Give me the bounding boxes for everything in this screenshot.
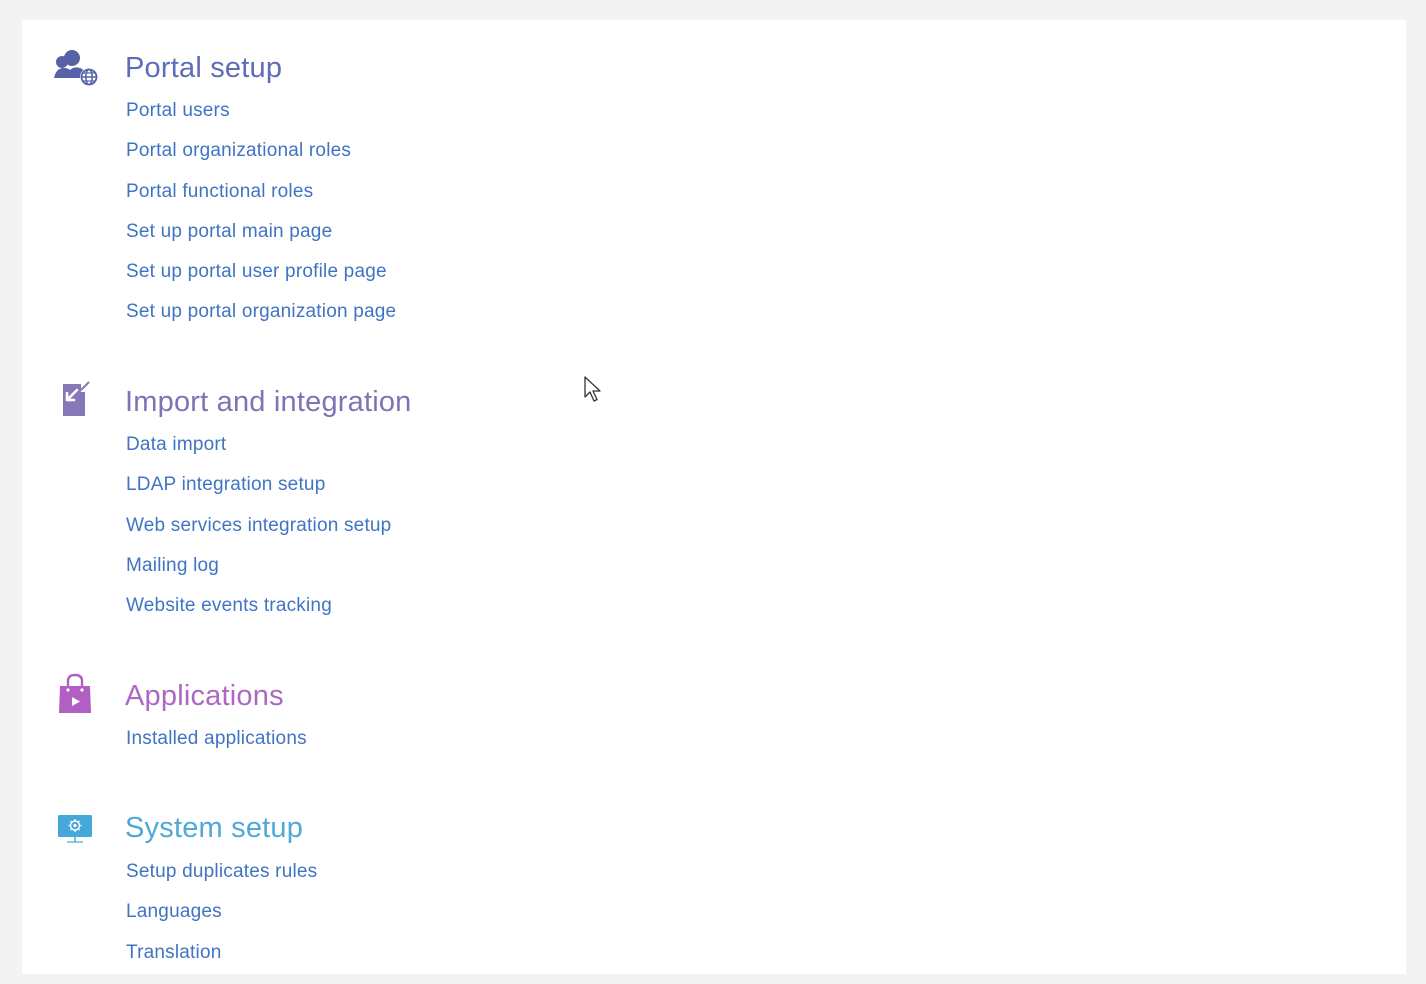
link-setup-duplicates-rules[interactable]: Setup duplicates rules (126, 861, 317, 882)
list-item: Languages (126, 902, 317, 942)
link-website-events-tracking[interactable]: Website events tracking (126, 595, 332, 616)
list-item: Portal users (126, 101, 396, 141)
link-mailing-log[interactable]: Mailing log (126, 555, 219, 576)
link-set-up-portal-main-page[interactable]: Set up portal main page (126, 221, 332, 242)
link-translation[interactable]: Translation (126, 942, 221, 963)
list-item: Web services integration setup (126, 515, 391, 556)
link-set-up-portal-user-profile-page[interactable]: Set up portal user profile page (126, 261, 387, 282)
list-item: Data import (126, 435, 391, 475)
mouse-pointer-icon (584, 376, 601, 402)
system-setup-links: Setup duplicates rules Languages Transla… (126, 862, 317, 983)
frame-edge (6, 6, 22, 984)
link-portal-users[interactable]: Portal users (126, 100, 230, 121)
section-title-portal-setup: Portal setup (125, 52, 283, 84)
list-item: Set up portal user profile page (126, 262, 396, 302)
link-portal-organizational-roles[interactable]: Portal organizational roles (126, 140, 351, 161)
section-title-import-integration: Import and integration (125, 386, 412, 418)
list-item: Portal functional roles (126, 181, 396, 222)
monitor-gear-icon (50, 806, 100, 850)
link-installed-applications[interactable]: Installed applications (126, 728, 307, 749)
list-item: Set up portal main page (126, 221, 396, 262)
list-item: Portal organizational roles (126, 141, 396, 181)
portal-users-globe-icon (50, 46, 100, 90)
applications-links: Installed applications (126, 729, 307, 769)
list-item: Set up portal organization page (126, 302, 396, 342)
link-set-up-portal-organization-page[interactable]: Set up portal organization page (126, 301, 396, 322)
list-item: Mailing log (126, 555, 391, 596)
list-item: Translation (126, 942, 317, 983)
list-item: LDAP integration setup (126, 475, 391, 515)
link-data-import[interactable]: Data import (126, 434, 226, 455)
portal-setup-links: Portal users Portal organizational roles… (126, 101, 396, 343)
import-integration-links: Data import LDAP integration setup Web s… (126, 435, 391, 636)
section-title-system-setup: System setup (125, 812, 304, 844)
link-ldap-integration-setup[interactable]: LDAP integration setup (126, 474, 325, 495)
list-item: Installed applications (126, 729, 307, 769)
link-portal-functional-roles[interactable]: Portal functional roles (126, 181, 313, 202)
link-languages[interactable]: Languages (126, 901, 222, 922)
section-title-applications: Applications (125, 680, 284, 712)
link-web-services-integration-setup[interactable]: Web services integration setup (126, 515, 391, 536)
import-document-icon (50, 378, 100, 422)
list-item: Website events tracking (126, 596, 391, 636)
shopping-bag-play-icon (50, 672, 100, 716)
list-item: Setup duplicates rules (126, 862, 317, 902)
system-designer-panel: Portal setup Portal users Portal organiz… (22, 20, 1406, 974)
